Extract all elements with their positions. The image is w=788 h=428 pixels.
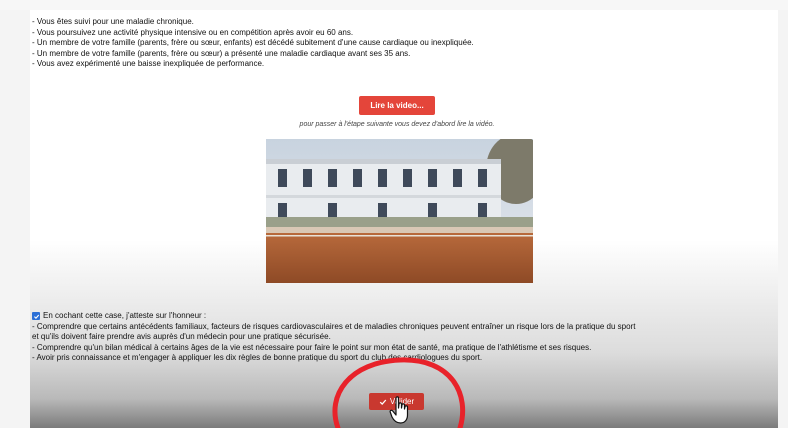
requirement-item: - Vous avez expérimenté une baisse inexp…: [32, 59, 265, 68]
check-icon: [379, 399, 387, 405]
video-hint: pour passer à l'étape suivante vous deve…: [299, 121, 495, 128]
consent-line: - Comprendre qu'un bilan médical à certa…: [32, 342, 592, 352]
requirement-item: - Vous êtes suivi pour une maladie chron…: [32, 17, 194, 26]
requirement-item: - Vous poursuivez une activité physique …: [32, 27, 354, 37]
hand-cursor-icon: [389, 396, 409, 424]
consent-line: - Comprendre que certains antécédents fa…: [32, 321, 636, 331]
consent-checkbox[interactable]: [32, 312, 40, 321]
read-video-button[interactable]: Lire la video...: [359, 96, 435, 115]
consent-heading: En cochant cette case, j'atteste sur l'h…: [43, 311, 207, 320]
consent-section: En cochant cette case, j'atteste sur l'h…: [32, 311, 772, 364]
consent-line: - Avoir pris connaissance et m'engager à…: [32, 353, 483, 362]
requirement-item: - Un membre de votre famille (parents, f…: [32, 48, 411, 58]
check-icon: [33, 314, 39, 319]
requirements-list: - Vous êtes suivi pour une maladie chron…: [32, 17, 592, 70]
top-bar: [0, 0, 788, 10]
consent-line: et qu'ils doivent faire prendre avis aup…: [32, 332, 331, 341]
video-thumbnail[interactable]: [266, 139, 533, 283]
requirement-item: - Un membre de votre famille (parents, f…: [32, 38, 474, 47]
